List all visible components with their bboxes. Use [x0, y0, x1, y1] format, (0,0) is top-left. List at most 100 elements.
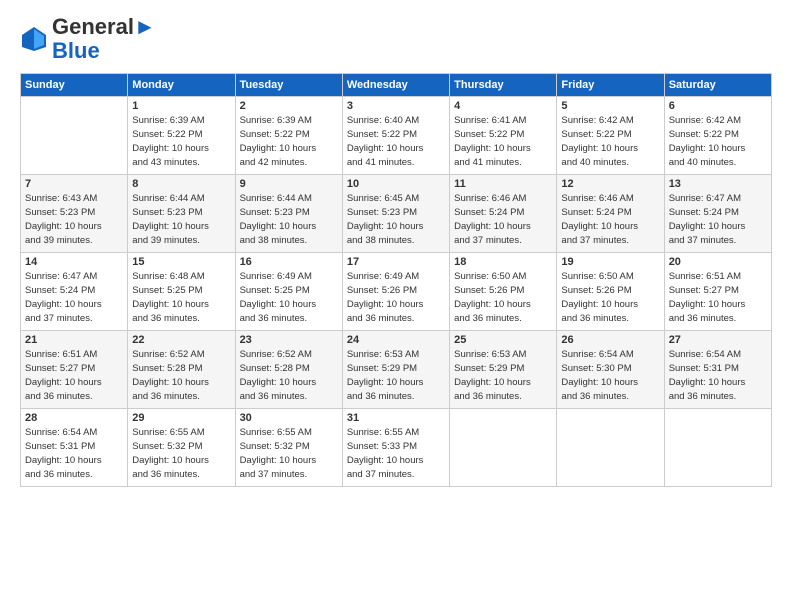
col-header-friday: Friday	[557, 74, 664, 97]
day-cell: 24Sunrise: 6:53 AMSunset: 5:29 PMDayligh…	[342, 331, 449, 409]
day-info: Sunrise: 6:43 AMSunset: 5:23 PMDaylight:…	[25, 192, 123, 247]
day-cell: 7 Sunrise: 6:43 AMSunset: 5:23 PMDaylight…	[21, 175, 128, 253]
day-number: 20	[669, 256, 767, 268]
day-cell: 4 Sunrise: 6:41 AMSunset: 5:22 PMDaylight…	[450, 97, 557, 175]
col-header-sunday: Sunday	[21, 74, 128, 97]
day-info: Sunrise: 6:52 AMSunset: 5:28 PMDaylight:…	[240, 348, 338, 403]
day-number: 21	[25, 334, 123, 346]
day-info: Sunrise: 6:55 AMSunset: 5:32 PMDaylight:…	[240, 426, 338, 481]
logo-text: General► Blue	[52, 15, 156, 63]
day-cell: 25 Sunrise: 6:53 AMSunset: 5:29 PMDayligh…	[450, 331, 557, 409]
day-number: 25	[454, 334, 552, 346]
day-cell: 15 Sunrise: 6:48 AMSunset: 5:25 PMDayligh…	[128, 253, 235, 331]
day-info: Sunrise: 6:49 AMSunset: 5:26 PMDaylight:…	[347, 270, 445, 325]
day-info: Sunrise: 6:53 AMSunset: 5:29 PMDaylight:…	[454, 348, 552, 403]
day-info: Sunrise: 6:52 AMSunset: 5:28 PMDaylight:…	[132, 348, 230, 403]
day-number: 18	[454, 256, 552, 268]
day-cell	[450, 409, 557, 487]
day-info: Sunrise: 6:47 AMSunset: 5:24 PMDaylight:…	[25, 270, 123, 325]
day-cell: 30Sunrise: 6:55 AMSunset: 5:32 PMDayligh…	[235, 409, 342, 487]
day-info: Sunrise: 6:49 AMSunset: 5:25 PMDaylight:…	[240, 270, 338, 325]
day-number: 16	[240, 256, 338, 268]
day-info: Sunrise: 6:51 AMSunset: 5:27 PMDaylight:…	[25, 348, 123, 403]
day-number: 29	[132, 412, 230, 424]
day-cell: 27 Sunrise: 6:54 AMSunset: 5:31 PMDayligh…	[664, 331, 771, 409]
day-info: Sunrise: 6:44 AMSunset: 5:23 PMDaylight:…	[240, 192, 338, 247]
day-info: Sunrise: 6:54 AMSunset: 5:31 PMDaylight:…	[25, 426, 123, 481]
day-cell: 16 Sunrise: 6:49 AMSunset: 5:25 PMDayligh…	[235, 253, 342, 331]
day-cell: 12Sunrise: 6:46 AMSunset: 5:24 PMDayligh…	[557, 175, 664, 253]
day-info: Sunrise: 6:47 AMSunset: 5:24 PMDaylight:…	[669, 192, 767, 247]
col-header-monday: Monday	[128, 74, 235, 97]
day-info: Sunrise: 6:42 AMSunset: 5:22 PMDaylight:…	[561, 114, 659, 169]
day-cell: 20 Sunrise: 6:51 AMSunset: 5:27 PMDayligh…	[664, 253, 771, 331]
day-info: Sunrise: 6:48 AMSunset: 5:25 PMDaylight:…	[132, 270, 230, 325]
week-row-4: 21 Sunrise: 6:51 AMSunset: 5:27 PMDayligh…	[21, 331, 772, 409]
day-info: Sunrise: 6:45 AMSunset: 5:23 PMDaylight:…	[347, 192, 445, 247]
day-cell: 18 Sunrise: 6:50 AMSunset: 5:26 PMDayligh…	[450, 253, 557, 331]
day-number: 11	[454, 178, 552, 190]
day-cell: 17Sunrise: 6:49 AMSunset: 5:26 PMDayligh…	[342, 253, 449, 331]
day-cell: 21 Sunrise: 6:51 AMSunset: 5:27 PMDayligh…	[21, 331, 128, 409]
day-cell: 2 Sunrise: 6:39 AMSunset: 5:22 PMDaylight…	[235, 97, 342, 175]
day-cell: 6Sunrise: 6:42 AMSunset: 5:22 PMDaylight…	[664, 97, 771, 175]
day-cell: 14 Sunrise: 6:47 AMSunset: 5:24 PMDayligh…	[21, 253, 128, 331]
day-info: Sunrise: 6:51 AMSunset: 5:27 PMDaylight:…	[669, 270, 767, 325]
day-info: Sunrise: 6:54 AMSunset: 5:31 PMDaylight:…	[669, 348, 767, 403]
week-row-3: 14 Sunrise: 6:47 AMSunset: 5:24 PMDayligh…	[21, 253, 772, 331]
day-number: 7	[25, 178, 123, 190]
day-info: Sunrise: 6:40 AMSunset: 5:22 PMDaylight:…	[347, 114, 445, 169]
day-number: 26	[561, 334, 659, 346]
week-row-2: 7 Sunrise: 6:43 AMSunset: 5:23 PMDaylight…	[21, 175, 772, 253]
day-number: 28	[25, 412, 123, 424]
calendar-table: SundayMondayTuesdayWednesdayThursdayFrid…	[20, 73, 772, 487]
day-cell: 13 Sunrise: 6:47 AMSunset: 5:24 PMDayligh…	[664, 175, 771, 253]
day-info: Sunrise: 6:54 AMSunset: 5:30 PMDaylight:…	[561, 348, 659, 403]
day-info: Sunrise: 6:42 AMSunset: 5:22 PMDaylight:…	[669, 114, 767, 169]
day-cell	[664, 409, 771, 487]
col-header-tuesday: Tuesday	[235, 74, 342, 97]
day-number: 1	[132, 100, 230, 112]
day-info: Sunrise: 6:44 AMSunset: 5:23 PMDaylight:…	[132, 192, 230, 247]
day-cell	[21, 97, 128, 175]
day-number: 27	[669, 334, 767, 346]
day-cell: 5 Sunrise: 6:42 AMSunset: 5:22 PMDaylight…	[557, 97, 664, 175]
header: General► Blue	[20, 15, 772, 63]
day-info: Sunrise: 6:50 AMSunset: 5:26 PMDaylight:…	[561, 270, 659, 325]
col-header-thursday: Thursday	[450, 74, 557, 97]
logo: General► Blue	[20, 15, 156, 63]
header-row: SundayMondayTuesdayWednesdayThursdayFrid…	[21, 74, 772, 97]
day-info: Sunrise: 6:46 AMSunset: 5:24 PMDaylight:…	[454, 192, 552, 247]
col-header-saturday: Saturday	[664, 74, 771, 97]
day-number: 14	[25, 256, 123, 268]
day-cell: 19Sunrise: 6:50 AMSunset: 5:26 PMDayligh…	[557, 253, 664, 331]
day-cell: 23Sunrise: 6:52 AMSunset: 5:28 PMDayligh…	[235, 331, 342, 409]
day-info: Sunrise: 6:50 AMSunset: 5:26 PMDaylight:…	[454, 270, 552, 325]
day-number: 3	[347, 100, 445, 112]
week-row-1: 1 Sunrise: 6:39 AMSunset: 5:22 PMDaylight…	[21, 97, 772, 175]
week-row-5: 28 Sunrise: 6:54 AMSunset: 5:31 PMDayligh…	[21, 409, 772, 487]
day-number: 5	[561, 100, 659, 112]
day-info: Sunrise: 6:55 AMSunset: 5:32 PMDaylight:…	[132, 426, 230, 481]
day-cell: 28 Sunrise: 6:54 AMSunset: 5:31 PMDayligh…	[21, 409, 128, 487]
day-info: Sunrise: 6:41 AMSunset: 5:22 PMDaylight:…	[454, 114, 552, 169]
day-cell: 11 Sunrise: 6:46 AMSunset: 5:24 PMDayligh…	[450, 175, 557, 253]
day-number: 13	[669, 178, 767, 190]
day-number: 15	[132, 256, 230, 268]
day-info: Sunrise: 6:39 AMSunset: 5:22 PMDaylight:…	[240, 114, 338, 169]
day-cell: 31Sunrise: 6:55 AMSunset: 5:33 PMDayligh…	[342, 409, 449, 487]
day-info: Sunrise: 6:39 AMSunset: 5:22 PMDaylight:…	[132, 114, 230, 169]
day-cell: 22 Sunrise: 6:52 AMSunset: 5:28 PMDayligh…	[128, 331, 235, 409]
day-number: 9	[240, 178, 338, 190]
day-number: 2	[240, 100, 338, 112]
day-cell: 8Sunrise: 6:44 AMSunset: 5:23 PMDaylight…	[128, 175, 235, 253]
page: General► Blue SundayMondayTuesdayWednesd…	[0, 0, 792, 612]
day-number: 10	[347, 178, 445, 190]
day-cell: 26 Sunrise: 6:54 AMSunset: 5:30 PMDayligh…	[557, 331, 664, 409]
day-number: 22	[132, 334, 230, 346]
day-info: Sunrise: 6:55 AMSunset: 5:33 PMDaylight:…	[347, 426, 445, 481]
day-cell	[557, 409, 664, 487]
day-cell: 9 Sunrise: 6:44 AMSunset: 5:23 PMDaylight…	[235, 175, 342, 253]
day-number: 4	[454, 100, 552, 112]
day-cell: 10 Sunrise: 6:45 AMSunset: 5:23 PMDayligh…	[342, 175, 449, 253]
